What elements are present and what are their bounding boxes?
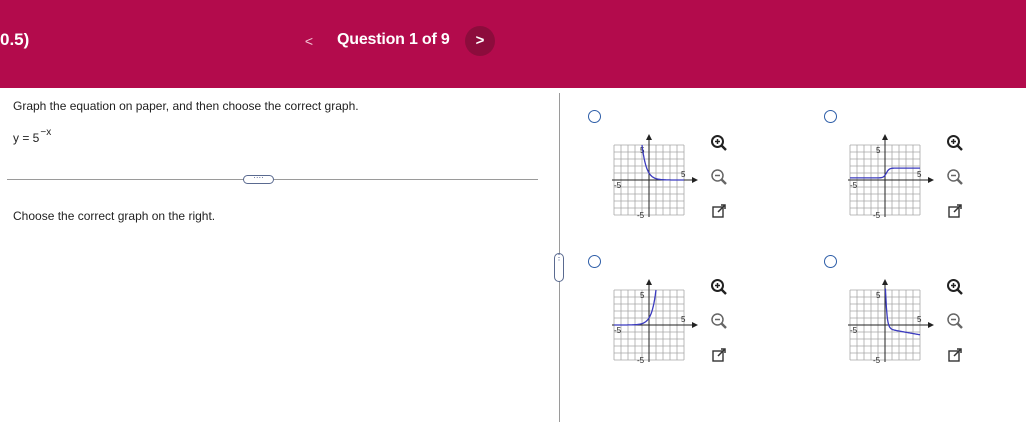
instruction-text: Graph the equation on paper, and then ch… <box>13 99 359 113</box>
section-number: 0.5) <box>0 30 30 49</box>
tick-label-y-min: -5 <box>873 211 881 220</box>
answer-graph-b: -5 5 5 -5 <box>848 134 934 220</box>
tick-label-x-min: -5 <box>614 181 622 190</box>
answer-radio-d[interactable] <box>824 255 837 268</box>
popout-icon[interactable] <box>942 342 968 368</box>
zoom-out-icon[interactable] <box>942 164 968 190</box>
question-title: Question 1 of 9 <box>337 31 450 48</box>
zoom-in-icon[interactable] <box>706 274 732 300</box>
zoom-in-icon[interactable] <box>942 274 968 300</box>
tick-label-x-min: -5 <box>850 181 858 190</box>
zoom-out-icon[interactable] <box>706 308 732 334</box>
popout-icon[interactable] <box>706 198 732 224</box>
tick-label-x-max: 5 <box>917 170 922 179</box>
tick-label-x-max: 5 <box>681 315 686 324</box>
tick-label-y-max: 5 <box>876 146 881 155</box>
previous-question-button[interactable]: < <box>300 31 318 51</box>
expand-more-button[interactable]: ···· <box>243 174 274 184</box>
tick-label-y-min: -5 <box>637 211 645 220</box>
tick-label-y-max: 5 <box>640 291 645 300</box>
next-question-button[interactable]: > <box>465 26 495 56</box>
answer-graph-a: -555-5 <box>612 134 698 220</box>
zoom-in-icon[interactable] <box>706 130 732 156</box>
tick-label-x-max: 5 <box>681 170 686 179</box>
zoom-out-icon[interactable] <box>706 164 732 190</box>
tick-label-y-max: 5 <box>876 291 881 300</box>
zoom-out-icon[interactable] <box>942 308 968 334</box>
popout-icon[interactable] <box>942 198 968 224</box>
choose-graph-prompt: Choose the correct graph on the right. <box>13 209 216 223</box>
graph-curve <box>884 288 921 336</box>
tick-label-x-max: 5 <box>917 315 922 324</box>
answer-radio-a[interactable] <box>588 110 601 123</box>
pane-resize-handle[interactable]: ⋮ <box>554 253 564 282</box>
tick-label-y-min: -5 <box>637 356 645 365</box>
equation: y = 5−x <box>13 127 51 145</box>
tick-label-y-min: -5 <box>873 356 881 365</box>
equation-exponent: −x <box>40 127 52 138</box>
answer-graph-c: -5 5 5 -5 <box>612 279 698 365</box>
header-bar: 0.5) < Question 1 of 9 > <box>0 0 1026 88</box>
answer-radio-c[interactable] <box>588 255 601 268</box>
zoom-in-icon[interactable] <box>942 130 968 156</box>
tick-label-x-min: -5 <box>614 326 622 335</box>
popout-icon[interactable] <box>706 342 732 368</box>
answer-graph-d: -5 5 5 -5 <box>848 279 934 365</box>
tick-label-x-min: -5 <box>850 326 858 335</box>
equation-base: y = 5 <box>13 131 40 145</box>
answer-radio-b[interactable] <box>824 110 837 123</box>
